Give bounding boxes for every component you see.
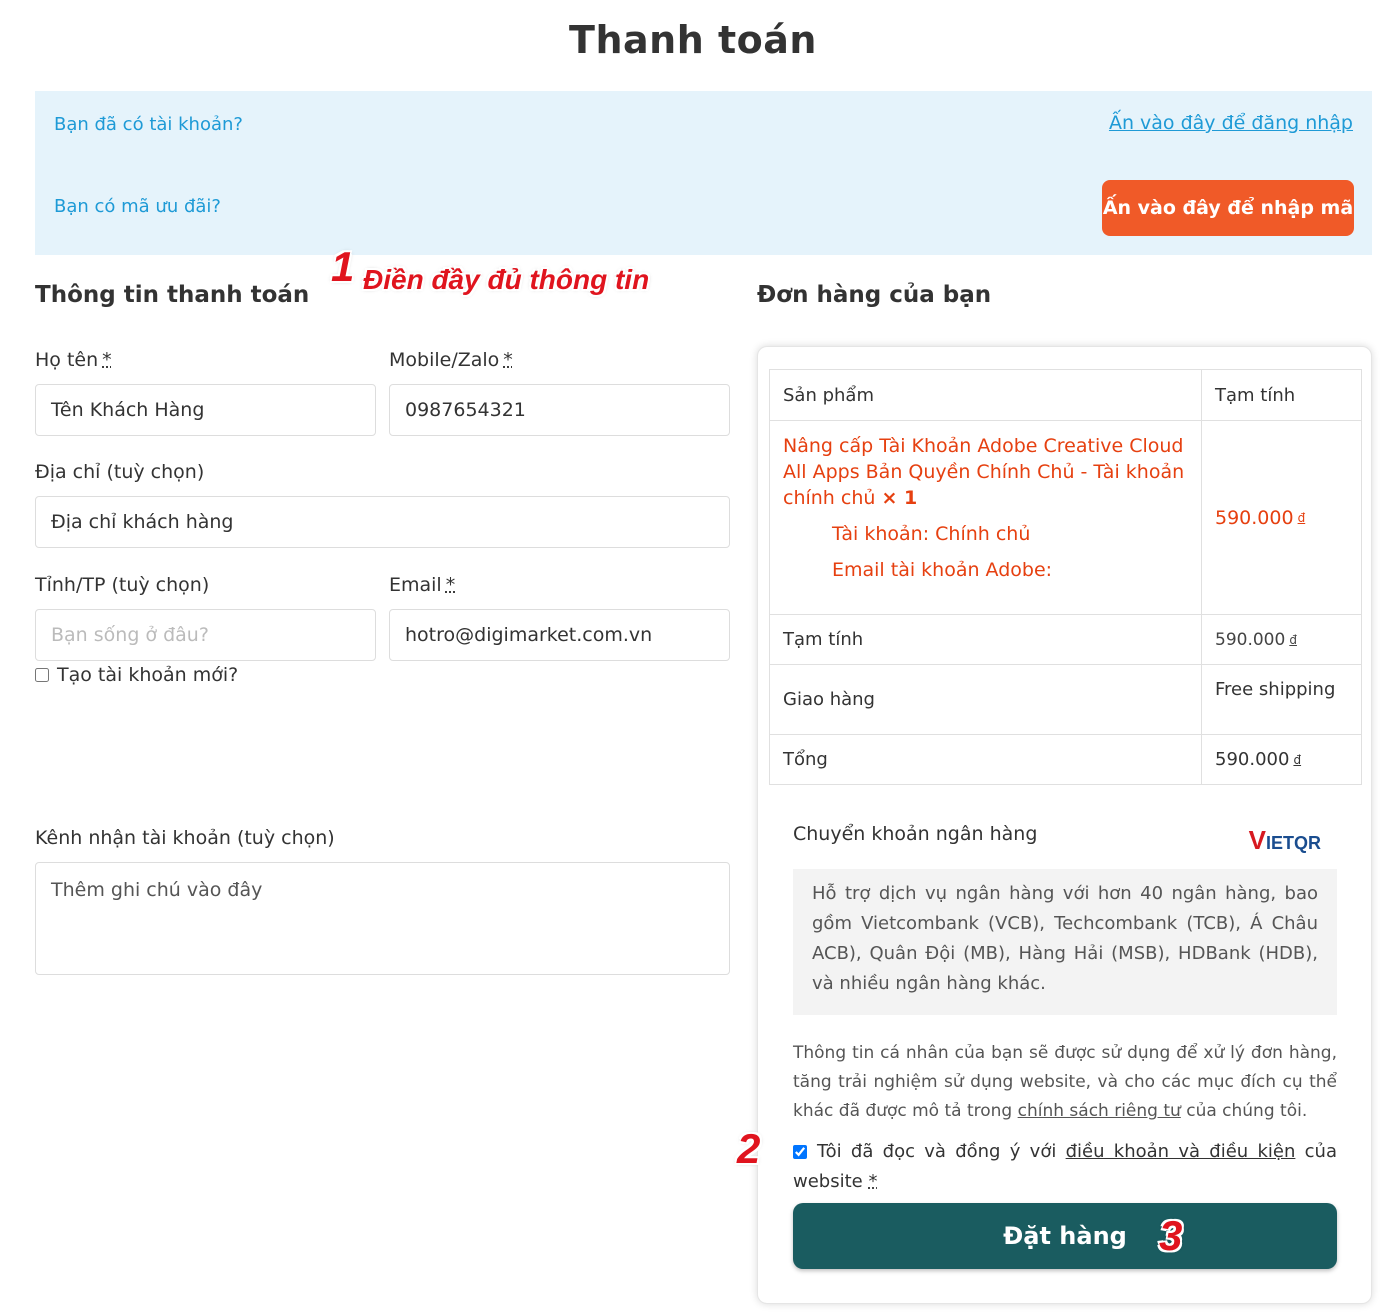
subtotal-label: Tạm tính	[770, 615, 1202, 664]
page-title: Thanh toán	[569, 18, 817, 62]
product-price-value: 590.000	[1215, 506, 1294, 529]
vietqr-logo-text: IETQR	[1265, 833, 1321, 853]
login-question: Bạn đã có tài khoản?	[54, 114, 243, 135]
required-mark: *	[102, 349, 112, 371]
product-name: Nâng cấp Tài Khoản Adobe Creative Cloud …	[783, 421, 1188, 511]
product-name-text: Nâng cấp Tài Khoản Adobe Creative Cloud …	[783, 435, 1185, 509]
subtotal-value-cell: 590.000 đ	[1202, 615, 1361, 664]
required-mark: *	[503, 349, 513, 371]
currency-symbol: đ	[1297, 510, 1306, 525]
channel-label: Kênh nhận tài khoản (tuỳ chọn)	[35, 827, 335, 849]
order-review-card: Sản phẩm Tạm tính Nâng cấp Tài Khoản Ado…	[757, 346, 1372, 1304]
shipping-value: Free shipping	[1215, 679, 1336, 700]
shipping-label: Giao hàng	[770, 665, 1202, 734]
total-row: Tổng 590.000 đ	[770, 735, 1361, 784]
order-heading: Đơn hàng của bạn	[757, 282, 992, 308]
privacy-text-after: của chúng tôi.	[1180, 1101, 1308, 1121]
payment-description: Hỗ trợ dịch vụ ngân hàng với hơn 40 ngân…	[793, 869, 1337, 1015]
name-label-text: Họ tên	[35, 349, 99, 371]
place-order-button[interactable]: Đặt hàng	[793, 1203, 1337, 1269]
terms-row: Tôi đã đọc và đồng ý với điều khoản và đ…	[793, 1137, 1337, 1197]
product-cell: Nâng cấp Tài Khoản Adobe Creative Cloud …	[770, 421, 1202, 614]
col-subtotal-header: Tạm tính	[1215, 384, 1296, 406]
order-notes-textarea[interactable]: Thêm ghi chú vào đây	[35, 862, 730, 975]
create-account-label: Tạo tài khoản mới?	[57, 664, 239, 686]
product-price-cell: 590.000 đ	[1202, 421, 1361, 614]
subtotal-value: 590.000	[1215, 629, 1286, 650]
privacy-notice: Thông tin cá nhân của bạn sẽ được sử dụn…	[793, 1039, 1337, 1126]
address-label: Địa chỉ (tuỳ chọn)	[35, 461, 205, 483]
terms-text-before: Tôi đã đọc và đồng ý với	[817, 1141, 1066, 1162]
checkout-notice-box: Bạn đã có tài khoản? Ấn vào đây để đăng …	[35, 91, 1372, 255]
order-table: Sản phẩm Tạm tính Nâng cấp Tài Khoản Ado…	[769, 369, 1362, 785]
currency-symbol: đ	[1289, 632, 1297, 647]
email-label-text: Email	[389, 574, 442, 596]
product-row: Nâng cấp Tài Khoản Adobe Creative Cloud …	[770, 421, 1361, 615]
subtotal-row: Tạm tính 590.000 đ	[770, 615, 1361, 665]
login-link[interactable]: Ấn vào đây để đăng nhập	[1109, 112, 1353, 134]
shipping-row: Giao hàng Free shipping	[770, 665, 1361, 735]
city-input[interactable]	[35, 609, 376, 661]
total-value: 590.000	[1215, 749, 1290, 770]
step-2-number: 2	[737, 1125, 761, 1172]
name-input[interactable]: Tên Khách Hàng	[35, 384, 376, 436]
product-meta-account: Tài khoản: Chính chủ	[832, 523, 1031, 545]
phone-label-text: Mobile/Zalo	[389, 349, 500, 371]
step-1-annotation: Điền đầy đủ thông tin	[363, 264, 650, 295]
city-label: Tỉnh/TP (tuỳ chọn)	[35, 574, 210, 596]
name-label: Họ tên *	[35, 349, 112, 371]
product-qty: × 1	[881, 487, 918, 509]
phone-label: Mobile/Zalo *	[389, 349, 513, 371]
terms-checkbox[interactable]	[793, 1145, 807, 1159]
vietqr-logo-v: V	[1248, 825, 1266, 855]
required-mark: *	[868, 1171, 878, 1192]
table-header-row: Sản phẩm Tạm tính	[770, 370, 1361, 421]
total-value-cell: 590.000 đ	[1202, 735, 1361, 784]
required-mark: *	[445, 574, 456, 596]
create-account-checkbox[interactable]	[35, 668, 49, 682]
coupon-question: Bạn có mã ưu đãi?	[54, 196, 221, 217]
email-input[interactable]: hotro@digimarket.com.vn	[389, 609, 730, 661]
payment-method-title: Chuyển khoản ngân hàng	[793, 823, 1038, 845]
email-label: Email *	[389, 574, 455, 596]
address-input[interactable]: Địa chỉ khách hàng	[35, 496, 730, 548]
product-meta-email: Email tài khoản Adobe:	[832, 559, 1053, 581]
terms-link[interactable]: điều khoản và điều kiện	[1066, 1141, 1296, 1162]
vietqr-logo: VIETQR	[1249, 825, 1321, 856]
billing-heading: Thông tin thanh toán	[35, 282, 310, 308]
enter-coupon-button[interactable]: Ấn vào đây để nhập mã	[1102, 180, 1354, 236]
col-product-header: Sản phẩm	[770, 370, 1202, 420]
currency-symbol: đ	[1293, 752, 1302, 767]
create-account-row: Tạo tài khoản mới?	[35, 664, 238, 686]
step-3-number: 3	[1159, 1212, 1183, 1259]
product-price: 590.000 đ	[1215, 421, 1348, 614]
step-1-number: 1	[331, 243, 355, 290]
total-label: Tổng	[770, 735, 1202, 784]
phone-input[interactable]: 0987654321	[389, 384, 730, 436]
privacy-policy-link[interactable]: chính sách riêng tư	[1018, 1101, 1181, 1121]
